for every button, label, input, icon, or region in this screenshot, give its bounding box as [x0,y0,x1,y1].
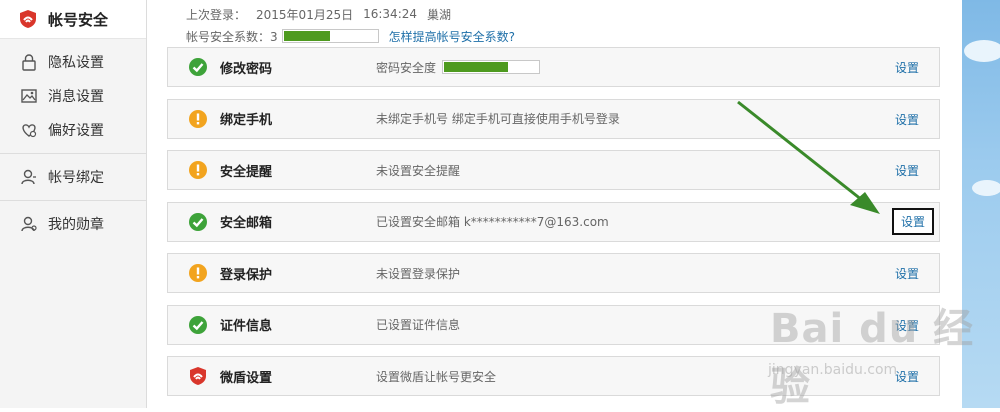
password-strength-bar [442,60,541,74]
sidebar-item-label: 隐私设置 [48,55,104,71]
settings-link[interactable]: 设置 [895,162,919,179]
item-title: 登录保护 [220,267,273,283]
baidu-watermark: Bai du 经验 [770,306,975,410]
warning-circle-icon [188,160,208,180]
item-security-alert: 安全提醒 未设置安全提醒 设置 [167,150,940,190]
user-badge-icon [20,215,38,233]
security-shield-icon [18,9,38,29]
settings-link[interactable]: 设置 [895,111,919,128]
check-circle-icon [188,57,208,77]
last-login-date: 2015年01月25日 [256,7,354,22]
sidebar-item-label: 消息设置 [48,89,104,105]
item-description: 密码安全度 [376,60,437,75]
cloud-shape [964,40,1000,62]
item-description: 设置微盾让帐号更安全 [376,369,497,384]
item-description-wrap: 已设置证件信息 [376,316,460,333]
item-description-wrap: 未绑定手机号 绑定手机可直接使用手机号登录 [376,110,620,127]
item-title: 安全提醒 [220,164,273,180]
security-score-row: 帐号安全系数：3 怎样提高帐号安全系数? [186,25,525,47]
item-description: 未设置登录保护 [376,266,461,281]
sidebar-item-label: 偏好设置 [48,123,104,139]
sidebar-group-binding: 帐号绑定 [0,154,146,201]
security-score-bar [281,29,379,43]
image-icon [20,87,38,105]
shield-icon [188,366,208,386]
item-security-email: 安全邮箱 已设置安全邮箱 k***********7@163.com 设置 [167,201,940,242]
settings-link[interactable]: 设置 [895,265,919,282]
last-login-row: 上次登录： 2015年01月25日 16:34:24 巢湖 [186,3,525,25]
heart-gear-icon [20,121,38,139]
item-description-wrap: 未设置安全提醒 [376,162,460,179]
user-icon [20,168,38,186]
item-bind-phone: 绑定手机 未绑定手机号 绑定手机可直接使用手机号登录 设置 [167,98,940,139]
sidebar-item-account-binding[interactable]: 帐号绑定 [0,160,146,194]
settings-link[interactable]: 设置 [891,207,934,235]
last-login-time: 16:34:24 [363,7,418,21]
item-description-wrap: 已设置安全邮箱 k***********7@163.com [376,213,609,230]
login-info: 上次登录： 2015年01月25日 16:34:24 巢湖 帐号安全系数：3 怎… [186,3,525,47]
warning-circle-icon [188,109,208,129]
security-score-bar-fill [283,31,331,41]
item-title: 修改密码 [220,61,273,77]
item-description: 未设置安全提醒 [376,163,461,178]
last-login-location: 巢湖 [427,7,452,22]
item-description-wrap: 密码安全度 [376,59,541,76]
item-title: 微盾设置 [220,370,273,386]
item-login-protection: 登录保护 未设置登录保护 设置 [167,253,940,293]
sidebar-item-label: 我的勋章 [48,217,104,233]
sidebar-header: 帐号安全 [0,0,146,39]
sidebar-group-settings: 隐私设置 消息设置 偏好设置 [0,39,146,154]
check-circle-icon [188,315,208,335]
item-description: 已设置证件信息 [376,318,461,332]
sidebar-item-privacy[interactable]: 隐私设置 [0,45,146,79]
sidebar-title: 帐号安全 [48,10,109,29]
password-strength-bar-fill [444,62,508,72]
item-title: 安全邮箱 [220,216,273,231]
sidebar-item-my-medals[interactable]: 我的勋章 [0,207,146,241]
item-title: 证件信息 [220,319,273,334]
improve-score-link[interactable]: 怎样提高帐号安全系数? [389,28,515,45]
sidebar-item-messages[interactable]: 消息设置 [0,79,146,113]
item-change-password: 修改密码 密码安全度 设置 [167,47,940,87]
sidebar-group-medals: 我的勋章 [0,201,146,247]
warning-circle-icon [188,263,208,283]
settings-link[interactable]: 设置 [895,59,919,76]
item-description-wrap: 未设置登录保护 [376,265,460,282]
security-score-label: 帐号安全系数：3 [186,29,278,44]
baidu-watermark-url: jingyan.baidu.com [768,362,898,378]
item-description-wrap: 设置微盾让帐号更安全 [376,368,496,385]
last-login-label: 上次登录： [186,7,247,22]
check-circle-icon [188,212,208,232]
cloud-shape [972,180,1000,196]
item-title: 绑定手机 [220,113,273,128]
sidebar-item-label: 帐号绑定 [48,170,104,186]
item-description: 未绑定手机号 绑定手机可直接使用手机号登录 [376,112,620,126]
sidebar: 帐号安全 隐私设置 消息设置 偏好设置 帐号绑定 我的勋章 [0,0,147,408]
lock-icon [20,53,38,71]
item-description: 已设置安全邮箱 k***********7@163.com [376,215,609,229]
sidebar-item-preferences[interactable]: 偏好设置 [0,113,146,147]
